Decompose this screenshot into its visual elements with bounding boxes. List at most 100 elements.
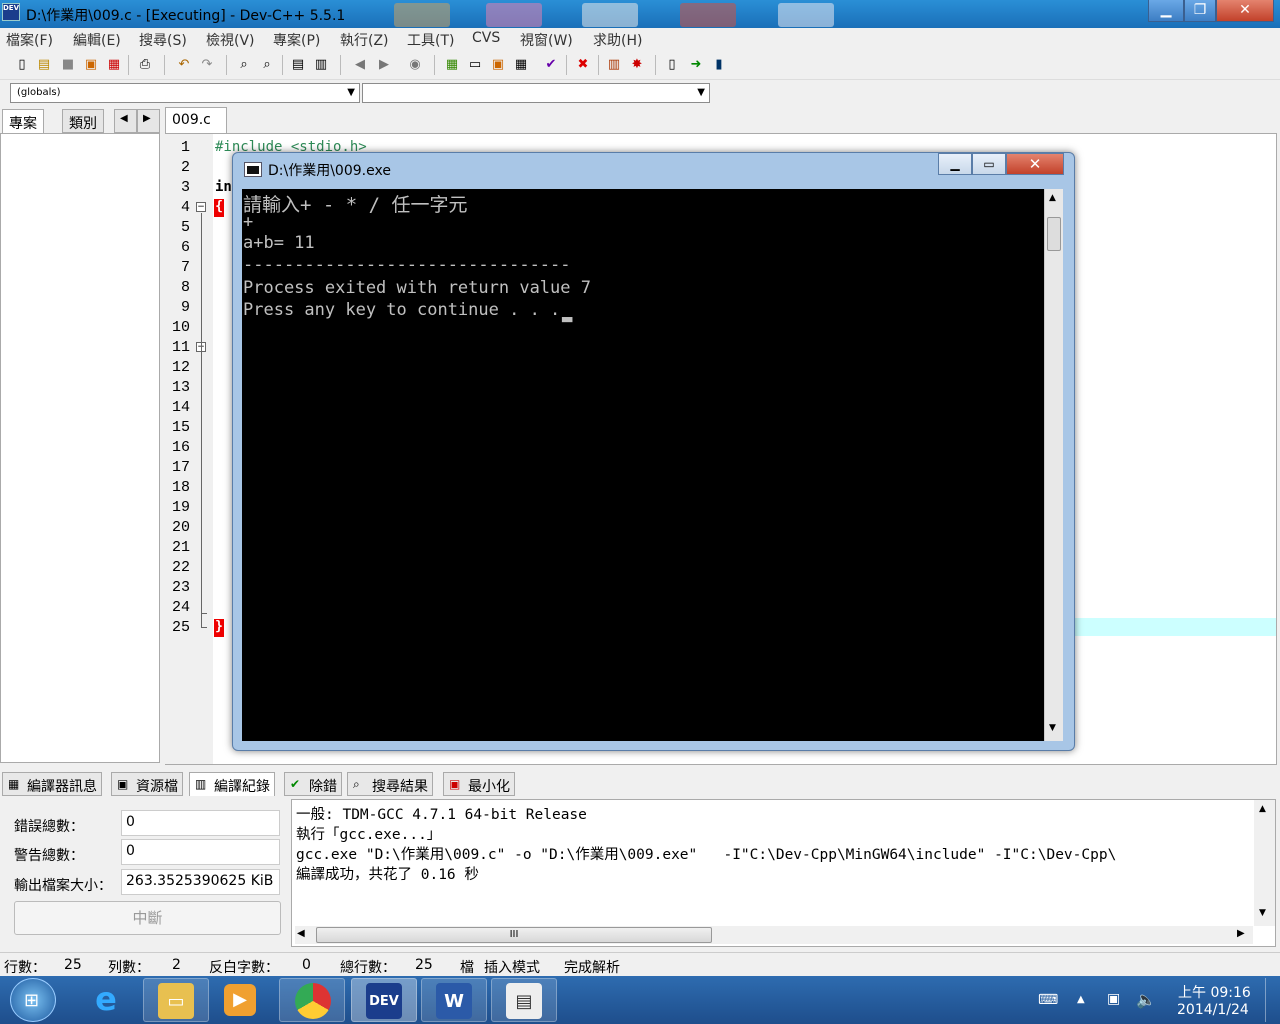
scroll-left-icon[interactable]: ◀ bbox=[297, 928, 305, 939]
windows-logo-icon: ⊞ bbox=[24, 990, 40, 1011]
taskbar-chrome[interactable] bbox=[279, 978, 345, 1022]
menu-cvs[interactable]: CVS bbox=[472, 30, 500, 46]
status-sel-label: 反白字數： bbox=[209, 960, 279, 976]
tab-label: 除錯 bbox=[309, 779, 337, 795]
log-scroll-thumb[interactable]: III bbox=[316, 927, 712, 943]
tab-search-results[interactable]: ⌕ 搜尋結果 bbox=[347, 772, 433, 796]
internet-explorer-icon[interactable]: e bbox=[86, 980, 126, 1020]
console-maximize-button[interactable]: ▭ bbox=[972, 153, 1006, 175]
taskbar-word[interactable]: W bbox=[421, 978, 487, 1022]
tab-label: 最小化 bbox=[468, 779, 510, 795]
scroll-down-icon[interactable]: ▼ bbox=[1259, 908, 1266, 918]
menu-tools[interactable]: 工具(T) bbox=[407, 30, 454, 50]
close-button[interactable]: ✕ bbox=[1216, 0, 1274, 22]
volume-icon[interactable]: 🔈 bbox=[1136, 990, 1156, 1009]
tab-project[interactable]: 專案 bbox=[2, 109, 44, 133]
minimize-button[interactable]: ▁ bbox=[1148, 0, 1184, 22]
scroll-up-icon[interactable]: ▲ bbox=[1259, 804, 1266, 814]
open-file-icon[interactable]: ▤ bbox=[36, 56, 52, 73]
remove-from-project-icon[interactable]: ▮ bbox=[711, 56, 727, 73]
rebuild-icon[interactable]: ▦ bbox=[513, 56, 529, 73]
tab-classes[interactable]: 類別 bbox=[62, 109, 104, 133]
maximize-button[interactable]: ❐ bbox=[1184, 0, 1216, 22]
scroll-down-icon[interactable]: ▼ bbox=[1049, 723, 1056, 733]
status-sel: 0 bbox=[302, 957, 311, 973]
start-button[interactable]: ⊞ bbox=[10, 978, 56, 1022]
bottom-tabs: ▦ 編譯器訊息 ▣ 資源檔 ▥ 編譯紀錄 ✔ 除錯 ⌕ 搜尋結果 ▣ 最小化 bbox=[0, 770, 1280, 796]
close-file-icon[interactable]: ▦ bbox=[106, 56, 122, 73]
media-player-icon[interactable]: ▶ bbox=[224, 984, 256, 1016]
abort-button[interactable]: 中斷 bbox=[14, 901, 281, 935]
tab-scroll-right-icon[interactable]: ▶ bbox=[137, 109, 160, 133]
tab-compile-log[interactable]: ▥ 編譯紀錄 bbox=[189, 772, 275, 796]
undo-icon[interactable]: ↶ bbox=[176, 56, 192, 73]
line-number: 23 bbox=[171, 579, 190, 596]
console-close-button[interactable]: ✕ bbox=[1006, 153, 1064, 175]
tab-resources[interactable]: ▣ 資源檔 bbox=[111, 772, 183, 796]
scope-combo-value: (globals) bbox=[17, 87, 61, 98]
line-number: 3 bbox=[180, 179, 190, 196]
scroll-up-icon[interactable]: ▲ bbox=[1049, 193, 1056, 203]
scope-combo[interactable]: (globals) ▼ bbox=[10, 83, 360, 103]
redo-icon[interactable]: ↷ bbox=[199, 56, 215, 73]
add-to-project-icon[interactable]: ➜ bbox=[688, 56, 704, 73]
menu-file[interactable]: 檔案(F) bbox=[6, 30, 53, 50]
indent-icon[interactable]: ▤ bbox=[290, 56, 306, 73]
unindent-icon[interactable]: ▥ bbox=[313, 56, 329, 73]
console-minimize-button[interactable]: ▁ bbox=[938, 153, 972, 175]
title-bar: DEV D:\作業用\009.c - [Executing] - Dev-C++… bbox=[0, 0, 1280, 28]
stop-icon[interactable]: ✖ bbox=[575, 56, 591, 73]
tab-scroll-left-icon[interactable]: ◀ bbox=[114, 109, 137, 133]
menu-edit[interactable]: 編輯(E) bbox=[73, 30, 121, 50]
new-project-icon[interactable]: ▯ bbox=[664, 56, 680, 73]
show-desktop-button[interactable] bbox=[1265, 978, 1279, 1022]
bookmark-icon[interactable]: ◉ bbox=[407, 56, 423, 73]
menu-search[interactable]: 搜尋(S) bbox=[139, 30, 187, 50]
clock-date[interactable]: 2014/1/24 bbox=[1177, 1002, 1249, 1018]
line-number: 17 bbox=[171, 459, 190, 476]
find-icon[interactable]: ⌕ bbox=[236, 56, 252, 73]
scroll-right-icon[interactable]: ▶ bbox=[1237, 928, 1245, 939]
taskbar-file-explorer[interactable]: ▭ bbox=[143, 978, 209, 1022]
back-icon[interactable]: ◀ bbox=[352, 56, 368, 73]
menu-project[interactable]: 專案(P) bbox=[273, 30, 320, 50]
chrome-icon bbox=[295, 983, 331, 1019]
log-vertical-scrollbar[interactable]: ▲ ▼ bbox=[1254, 800, 1275, 926]
print-icon[interactable]: ⎙ bbox=[137, 56, 153, 73]
forward-icon[interactable]: ▶ bbox=[376, 56, 392, 73]
network-icon[interactable]: ▣ bbox=[1107, 991, 1120, 1007]
menu-view[interactable]: 檢視(V) bbox=[206, 30, 255, 50]
taskbar-dev-cpp[interactable]: DEV bbox=[351, 978, 417, 1022]
replace-icon[interactable]: ⌕ bbox=[259, 56, 275, 73]
line-number: 25 bbox=[171, 619, 190, 636]
console-scrollbar[interactable]: ▲ ▼ bbox=[1044, 189, 1063, 741]
new-file-icon[interactable]: ▯ bbox=[14, 56, 30, 73]
chart-icon[interactable]: ▥ bbox=[606, 56, 622, 73]
scroll-thumb[interactable] bbox=[1047, 217, 1061, 251]
warnings-field: 0 bbox=[121, 839, 280, 865]
tab-compiler-messages[interactable]: ▦ 編譯器訊息 bbox=[2, 772, 102, 796]
compile-icon[interactable]: ▦ bbox=[444, 56, 460, 73]
syntax-check-icon[interactable]: ✔ bbox=[543, 56, 559, 73]
project-tree[interactable] bbox=[0, 133, 160, 763]
fold-collapse-icon[interactable]: − bbox=[196, 202, 206, 212]
show-hidden-icons-icon[interactable]: ▲ bbox=[1077, 994, 1085, 1005]
tab-debug[interactable]: ✔ 除錯 bbox=[284, 772, 342, 796]
menu-execute[interactable]: 執行(Z) bbox=[340, 30, 389, 50]
member-combo[interactable]: ▼ bbox=[362, 83, 710, 103]
tab-minimize[interactable]: ▣ 最小化 bbox=[443, 772, 515, 796]
profile-icon[interactable]: ✸ bbox=[629, 56, 645, 73]
save-icon[interactable]: ■ bbox=[60, 56, 76, 73]
save-all-icon[interactable]: ▣ bbox=[83, 56, 99, 73]
menu-help[interactable]: 求助(H) bbox=[593, 30, 642, 50]
tab-editor-file[interactable]: 009.c bbox=[165, 107, 227, 134]
clock-time[interactable]: 上午 09:16 bbox=[1178, 982, 1251, 1002]
run-icon[interactable]: ▭ bbox=[467, 56, 483, 73]
compile-run-icon[interactable]: ▣ bbox=[490, 56, 506, 73]
open-brace-match: { bbox=[214, 199, 224, 217]
keyboard-icon[interactable]: ⌨ bbox=[1038, 992, 1058, 1008]
dev-app-icon[interactable]: DEV bbox=[2, 3, 20, 21]
menu-window[interactable]: 視窗(W) bbox=[520, 30, 573, 50]
console-icon bbox=[244, 162, 262, 177]
taskbar-reader[interactable]: ▤ bbox=[491, 978, 557, 1022]
